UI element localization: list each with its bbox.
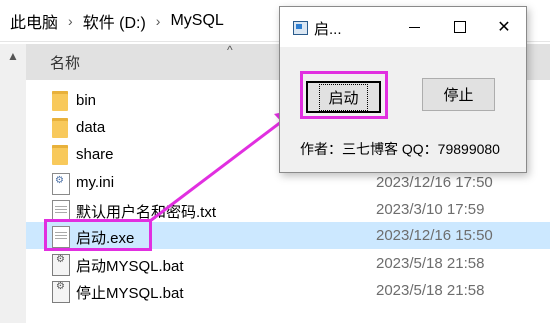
file-date: 2023/5/18 21:58 xyxy=(376,255,485,272)
list-item[interactable]: 启动MYSQL.bat 2023/5/18 21:58 xyxy=(26,250,550,277)
dialog-titlebar[interactable]: 启... ✕ xyxy=(280,7,526,47)
maximize-icon xyxy=(454,21,466,33)
close-button[interactable]: ✕ xyxy=(481,7,527,47)
minimize-icon xyxy=(408,26,420,28)
folder-icon xyxy=(52,145,68,165)
maximize-button[interactable] xyxy=(437,7,483,47)
dialog-title: 启... xyxy=(314,21,342,38)
breadcrumb-this-pc[interactable]: 此电脑 xyxy=(6,9,62,33)
scroll-up-button[interactable]: ▲ xyxy=(0,44,26,68)
launcher-dialog: 启... ✕ 启动 停止 作者：三七博客 QQ：79899080 xyxy=(279,6,527,173)
file-date: 2023/5/18 21:58 xyxy=(376,282,485,299)
chevron-right-icon[interactable]: › xyxy=(150,13,167,29)
stop-button[interactable]: 停止 xyxy=(422,78,495,111)
column-header-label: 名称 xyxy=(50,54,81,72)
chevron-up-icon: ▲ xyxy=(7,49,19,63)
chevron-right-icon[interactable]: › xyxy=(62,13,79,29)
file-date: 2023/12/16 17:50 xyxy=(376,174,493,191)
folder-icon xyxy=(52,118,68,138)
file-name: my.ini xyxy=(76,174,115,191)
close-icon: ✕ xyxy=(497,19,511,36)
file-date: 2023/12/16 15:50 xyxy=(376,227,493,244)
file-date: 2023/3/10 17:59 xyxy=(376,201,485,218)
stop-button-label: 停止 xyxy=(443,87,474,104)
annotation-highlight-exe xyxy=(44,219,152,251)
minimize-button[interactable] xyxy=(391,7,437,47)
list-item[interactable]: my.ini 2023/12/16 17:50 xyxy=(26,169,550,196)
batch-file-icon xyxy=(52,254,70,276)
vertical-scrollbar[interactable] xyxy=(0,68,26,323)
settings-file-icon xyxy=(52,173,70,195)
batch-file-icon xyxy=(52,281,70,303)
sort-caret-icon: ^ xyxy=(227,43,233,57)
file-name: 启动MYSQL.bat xyxy=(76,258,184,275)
file-name: share xyxy=(76,146,114,163)
list-item[interactable]: 停止MYSQL.bat 2023/5/18 21:58 xyxy=(26,277,550,304)
start-button-label: 启动 xyxy=(319,83,368,111)
breadcrumb-drive[interactable]: 软件 (D:) xyxy=(79,9,150,33)
file-name: bin xyxy=(76,92,97,109)
app-icon xyxy=(293,21,308,35)
author-info: 作者：三七博客 QQ：79899080 xyxy=(300,141,500,157)
file-name: data xyxy=(76,119,106,136)
start-button[interactable]: 启动 xyxy=(306,81,381,113)
breadcrumb-folder[interactable]: MySQL xyxy=(166,12,227,30)
file-name: 停止MYSQL.bat xyxy=(76,285,184,302)
folder-icon xyxy=(52,91,68,111)
